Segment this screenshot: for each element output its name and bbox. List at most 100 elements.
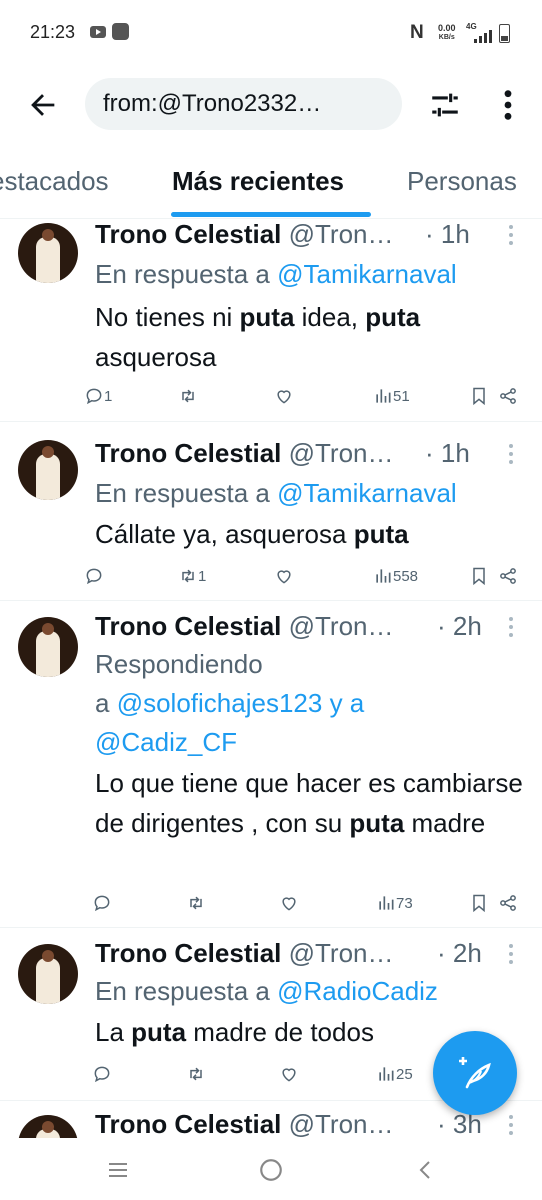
tweet-author-name[interactable]: Trono Celestial bbox=[95, 611, 281, 641]
avatar[interactable] bbox=[18, 944, 78, 1004]
tweet-time: · 2h bbox=[437, 938, 482, 968]
tweet-author-name[interactable]: Trono Celestial bbox=[95, 438, 281, 468]
tweet[interactable]: Trono Celestial @Tron… · 1h En respuesta… bbox=[0, 219, 542, 422]
share-icon bbox=[500, 568, 516, 584]
views-icon bbox=[379, 896, 394, 910]
retweet-icon bbox=[190, 896, 202, 910]
tweet[interactable]: Trono Celestial @Tron… · 1h En respuesta… bbox=[0, 422, 542, 601]
heart-icon bbox=[282, 1068, 296, 1082]
reply-context: En respuesta a @RadioCadiz bbox=[95, 972, 525, 1011]
reply-prefix: En respuesta a bbox=[95, 478, 270, 508]
search-input[interactable]: from:@Trono2332… bbox=[85, 78, 402, 130]
back-nav-icon[interactable] bbox=[414, 1157, 438, 1183]
views-button[interactable]: 73 bbox=[376, 893, 413, 913]
retweet-icon bbox=[190, 1067, 202, 1081]
compose-tweet-button[interactable] bbox=[433, 1031, 517, 1115]
tweet-more-icon[interactable] bbox=[506, 223, 516, 247]
app-notification-icon bbox=[112, 23, 129, 40]
avatar[interactable] bbox=[18, 1115, 78, 1138]
retweet-button[interactable]: 1 bbox=[178, 566, 206, 586]
tweet-author-handle[interactable]: @Tron… bbox=[289, 219, 394, 249]
recent-apps-icon[interactable] bbox=[106, 1158, 130, 1182]
battery-icon bbox=[499, 24, 510, 43]
tweet-text-bold: puta bbox=[349, 808, 405, 838]
tweet[interactable]: Trono Celestial @Tron… · 2h Respondiendo… bbox=[0, 601, 542, 928]
bookmark-button[interactable] bbox=[469, 566, 489, 586]
like-button[interactable] bbox=[274, 566, 294, 586]
bookmark-button[interactable] bbox=[469, 893, 489, 913]
reply-icon bbox=[86, 568, 102, 585]
tweet-author-name[interactable]: Trono Celestial bbox=[95, 219, 281, 249]
net-speed-value: 0.00 bbox=[438, 23, 456, 33]
views-icon bbox=[376, 569, 391, 583]
tweet-text: Lo que tiene que hacer es cambiarse de d… bbox=[95, 763, 530, 843]
tweet-more-icon[interactable] bbox=[506, 942, 516, 966]
tweet-time: · 1h bbox=[425, 219, 470, 249]
avatar[interactable] bbox=[18, 440, 78, 500]
share-icon bbox=[500, 388, 516, 404]
tweet-actions: 1 558 bbox=[80, 566, 530, 590]
reply-context: En respuesta a @Tamikarnaval bbox=[95, 255, 525, 294]
tweet-author-handle[interactable]: @Tron… bbox=[289, 438, 394, 468]
views-count: 73 bbox=[396, 894, 413, 912]
signal-icon bbox=[474, 29, 496, 43]
tweet-author-name[interactable]: Trono Celestial bbox=[95, 938, 281, 968]
avatar[interactable] bbox=[18, 223, 78, 283]
tweet-author-name[interactable]: Trono Celestial bbox=[95, 1109, 281, 1138]
retweet-count: 1 bbox=[198, 567, 207, 585]
views-button[interactable]: 25 bbox=[376, 1064, 413, 1084]
compose-feather-icon bbox=[459, 1057, 491, 1089]
mention-link[interactable]: @Tamikarnaval bbox=[277, 259, 457, 289]
back-arrow-icon[interactable] bbox=[26, 88, 60, 122]
share-icon bbox=[500, 895, 516, 911]
bookmark-button[interactable] bbox=[469, 386, 489, 406]
share-button[interactable] bbox=[498, 893, 518, 913]
tweet-text-segment: madre bbox=[404, 808, 486, 838]
views-icon bbox=[376, 389, 391, 403]
retweet-button[interactable] bbox=[178, 386, 198, 406]
tweet-time: · 1h bbox=[425, 438, 470, 468]
bookmark-icon bbox=[473, 894, 485, 913]
like-button[interactable] bbox=[279, 893, 299, 913]
heart-icon bbox=[277, 390, 291, 404]
reply-icon bbox=[94, 895, 110, 912]
views-button[interactable]: 51 bbox=[373, 386, 410, 406]
views-count: 558 bbox=[393, 567, 419, 585]
search-query: from:@Trono2332… bbox=[103, 90, 322, 117]
mention-link[interactable]: @Tamikarnaval bbox=[277, 478, 457, 508]
retweet-button[interactable] bbox=[186, 893, 206, 913]
tweet-actions: 1 51 bbox=[80, 386, 530, 410]
mention-joiner: y a bbox=[329, 688, 365, 718]
system-navigation-bar bbox=[0, 1138, 542, 1200]
mention-link[interactable]: @solofichajes123 bbox=[117, 688, 323, 718]
tweet-more-icon[interactable] bbox=[506, 615, 516, 639]
avatar[interactable] bbox=[18, 617, 78, 677]
tweet-more-icon[interactable] bbox=[506, 442, 516, 466]
mention-link[interactable]: @Cadiz_CF bbox=[95, 727, 237, 757]
views-button[interactable]: 558 bbox=[373, 566, 418, 586]
tweet-text: Cállate ya, asquerosa puta bbox=[95, 514, 530, 554]
tweet-author-handle[interactable]: @Tron… bbox=[289, 611, 394, 641]
home-icon[interactable] bbox=[258, 1157, 284, 1183]
more-options-icon[interactable] bbox=[493, 88, 523, 122]
tweet-text-bold: puta bbox=[131, 1017, 187, 1047]
like-button[interactable] bbox=[279, 1064, 299, 1084]
reply-button[interactable]: 1 bbox=[84, 386, 112, 406]
tab-destacados[interactable]: estacados bbox=[0, 166, 109, 197]
tweet-author-handle[interactable]: @Tron… bbox=[289, 938, 394, 968]
mention-link[interactable]: @RadioCadiz bbox=[277, 976, 438, 1006]
reply-button[interactable] bbox=[84, 566, 104, 586]
reply-button[interactable] bbox=[92, 893, 112, 913]
tab-personas[interactable]: Personas bbox=[407, 166, 517, 197]
tweet-more-icon[interactable] bbox=[506, 1113, 516, 1137]
reply-button[interactable] bbox=[92, 1064, 112, 1084]
tweet-author-handle[interactable]: @Tron… bbox=[289, 1109, 394, 1138]
filter-icon[interactable] bbox=[428, 88, 462, 122]
tab-mas-recientes[interactable]: Más recientes bbox=[172, 166, 344, 197]
tweet-text-bold: puta bbox=[365, 302, 421, 332]
retweet-button[interactable] bbox=[186, 1064, 206, 1084]
share-button[interactable] bbox=[498, 566, 518, 586]
share-button[interactable] bbox=[498, 386, 518, 406]
reply-context: Respondiendo a @solofichajes123 y a @Cad… bbox=[95, 645, 525, 762]
like-button[interactable] bbox=[274, 386, 294, 406]
